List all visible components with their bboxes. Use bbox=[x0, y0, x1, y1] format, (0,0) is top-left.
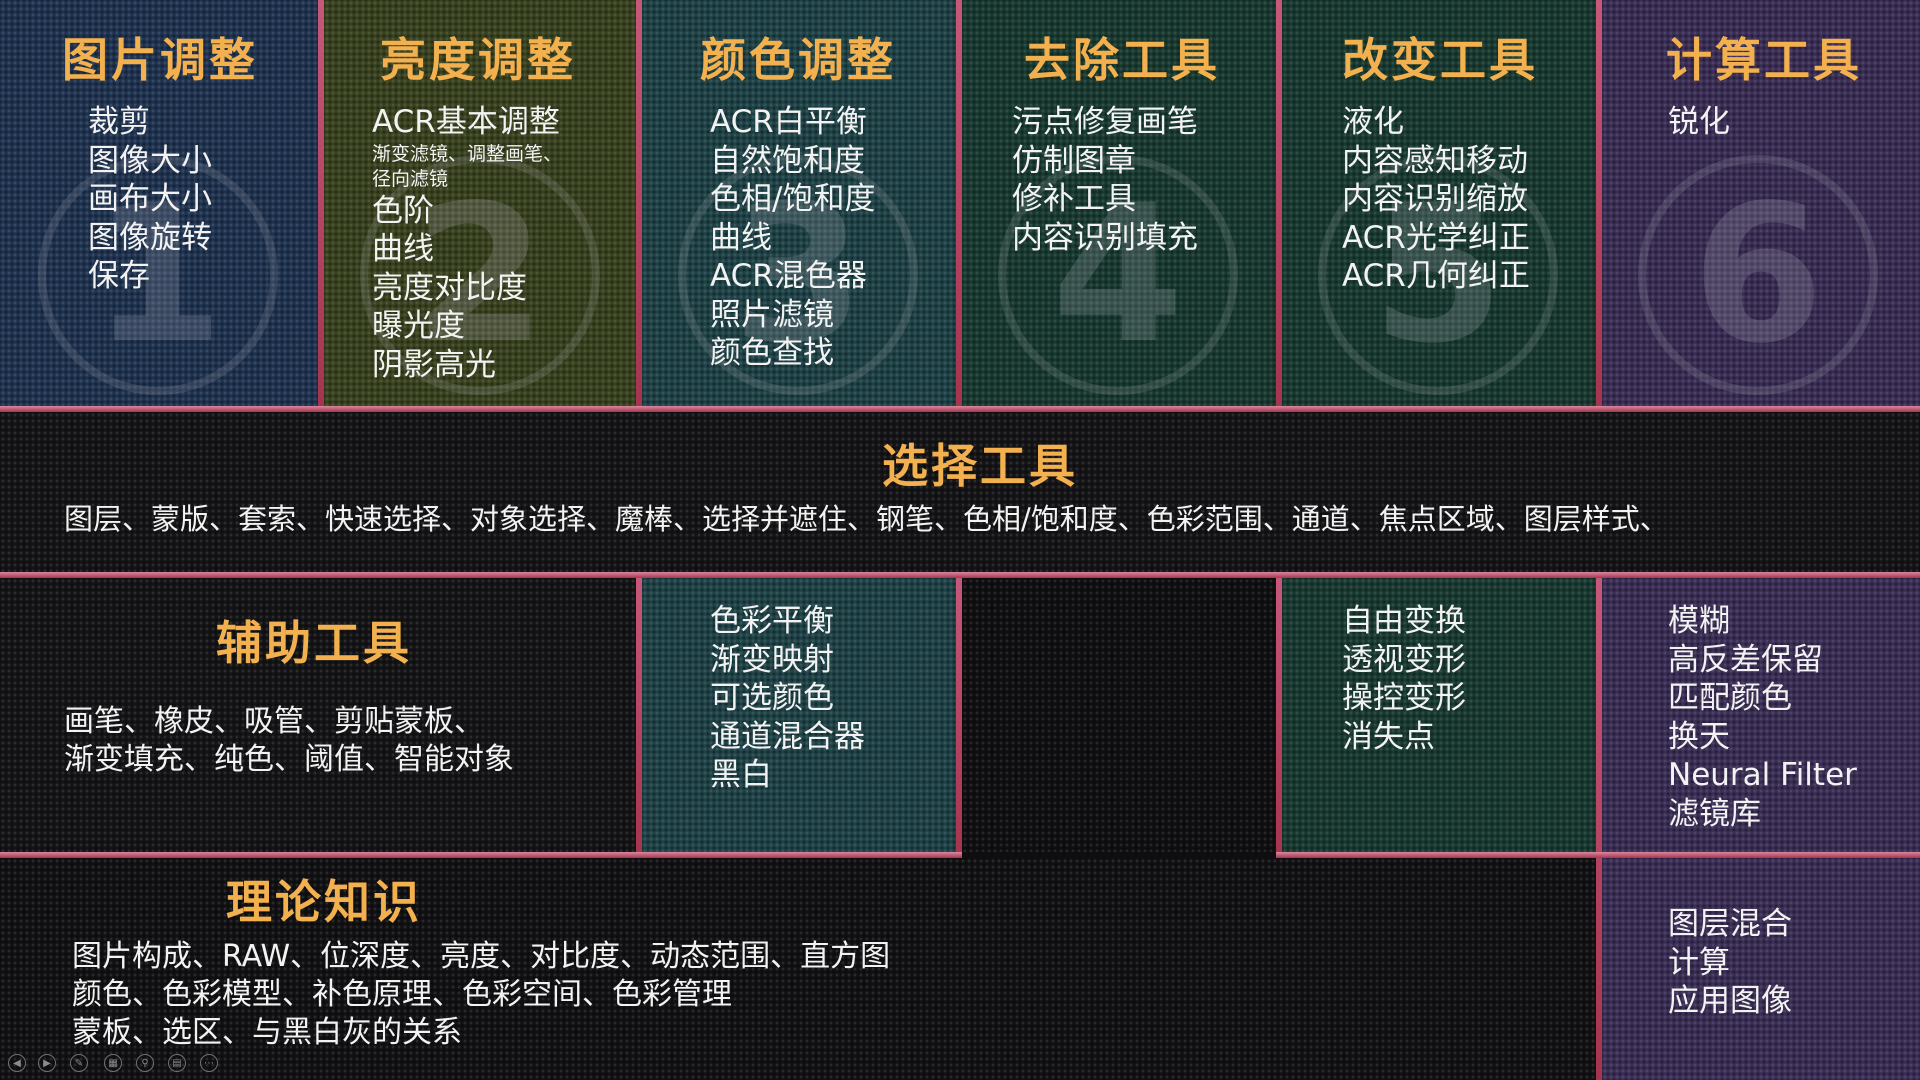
list-item: 计算 bbox=[1668, 944, 1730, 981]
list-item: ACR几何纠正 bbox=[1342, 258, 1530, 294]
previous-icon[interactable]: ◀ bbox=[8, 1054, 26, 1072]
list-item: 曲线 bbox=[372, 231, 434, 267]
divider-v5 bbox=[1596, 0, 1602, 406]
divider-v1 bbox=[318, 0, 324, 406]
title-change-tools: 改变工具 bbox=[1342, 33, 1538, 87]
list-item: 锐化 bbox=[1668, 104, 1730, 140]
list-item: 图像旋转 bbox=[88, 219, 212, 256]
list-change-extra: 自由变换 透视变形 操控变形 消失点 bbox=[1342, 602, 1466, 756]
list-item: 渐变映射 bbox=[710, 641, 834, 678]
list-item: 操控变形 bbox=[1342, 680, 1466, 716]
list-item: 滤镜库 bbox=[1668, 795, 1761, 832]
list-brightness-adjust: ACR基本调整 渐变滤镜、调整画笔、 径向滤镜 色阶 曲线 亮度对比度 曝光度 … bbox=[372, 103, 562, 384]
title-selection-tools: 选择工具 bbox=[882, 439, 1078, 493]
list-item: 色相/饱和度 bbox=[710, 181, 876, 217]
list-item: 液化 bbox=[1342, 104, 1404, 140]
pen-icon[interactable]: ✎ bbox=[70, 1054, 88, 1072]
list-item: 内容识别填充 bbox=[1012, 219, 1198, 256]
divider-v-mid3 bbox=[1276, 578, 1282, 858]
list-item: 消失点 bbox=[1342, 718, 1435, 755]
list-item: 画布大小 bbox=[88, 181, 212, 217]
list-item: 保存 bbox=[88, 258, 150, 294]
divider-v3 bbox=[956, 0, 962, 406]
title-image-adjust: 图片调整 bbox=[62, 33, 258, 87]
list-item: 阴影高光 bbox=[372, 346, 496, 383]
list-item: 内容识别缩放 bbox=[1342, 181, 1528, 217]
list-change-tools: 液化 内容感知移动 内容识别缩放 ACR光学纠正 ACR几何纠正 bbox=[1342, 103, 1530, 296]
slides-icon[interactable]: ▦ bbox=[104, 1054, 122, 1072]
list-item-note: 渐变滤镜、调整画笔、 bbox=[372, 142, 563, 165]
divider-v2 bbox=[636, 0, 642, 406]
list-item: 图层混合 bbox=[1668, 906, 1792, 942]
list-compute-tools: 锐化 bbox=[1668, 103, 1730, 142]
next-icon[interactable]: ▶ bbox=[38, 1054, 56, 1072]
list-item: ACR白平衡 bbox=[710, 104, 867, 140]
divider-v4 bbox=[1276, 0, 1282, 406]
divider-v-mid1 bbox=[636, 578, 642, 858]
list-item: 匹配颜色 bbox=[1668, 680, 1792, 716]
number-circle-6: 6 bbox=[1638, 155, 1878, 395]
title-color-adjust: 颜色调整 bbox=[700, 33, 896, 87]
list-item: 亮度对比度 bbox=[372, 269, 527, 306]
list-item: 照片滤镜 bbox=[710, 296, 834, 333]
auxiliary-line-1: 画笔、橡皮、吸管、剪贴蒙板、 bbox=[64, 704, 484, 739]
list-color-adjust: ACR白平衡 自然饱和度 色相/饱和度 曲线 ACR混色器 照片滤镜 颜色查找 bbox=[710, 103, 875, 373]
list-compute-extra: 模糊 高反差保留 匹配颜色 换天 Neural Filter 滤镜库 bbox=[1668, 602, 1857, 833]
divider-h-mid-right bbox=[1276, 852, 1920, 858]
auxiliary-line-2: 渐变填充、纯色、阈值、智能对象 bbox=[64, 742, 514, 777]
list-color-extra: 色彩平衡 渐变映射 可选颜色 通道混合器 黑白 bbox=[710, 602, 865, 795]
title-brightness-adjust: 亮度调整 bbox=[380, 33, 576, 87]
list-item: ACR基本调整 bbox=[372, 104, 560, 140]
theory-line-1: 图片构成、RAW、位深度、亮度、对比度、动态范围、直方图 bbox=[72, 939, 891, 974]
list-item-note: 径向滤镜 bbox=[372, 167, 449, 190]
list-item: 色彩平衡 bbox=[710, 603, 834, 639]
divider-v-mid4 bbox=[1596, 578, 1602, 1080]
list-item: 应用图像 bbox=[1668, 983, 1792, 1019]
theory-line-3: 蒙板、选区、与黑白灰的关系 bbox=[72, 1015, 462, 1050]
zoom-icon[interactable]: ⚲ bbox=[136, 1054, 154, 1072]
list-item: 污点修复画笔 bbox=[1012, 104, 1198, 140]
panel-empty-middle bbox=[962, 578, 1276, 852]
list-item: 裁剪 bbox=[88, 104, 150, 140]
list-image-adjust: 裁剪 图像大小 画布大小 图像旋转 保存 bbox=[88, 103, 212, 296]
title-theory: 理论知识 bbox=[226, 875, 422, 929]
list-item: 换天 bbox=[1668, 718, 1730, 755]
list-item: 颜色查找 bbox=[710, 335, 834, 371]
list-removal-tools: 污点修复画笔 仿制图章 修补工具 内容识别填充 bbox=[1012, 103, 1198, 257]
list-item: 自由变换 bbox=[1342, 603, 1466, 639]
list-item: 黑白 bbox=[710, 757, 772, 793]
list-item: 曝光度 bbox=[372, 308, 465, 344]
selection-tools-text: 图层、蒙版、套索、快速选择、对象选择、魔棒、选择并遮住、钢笔、色相/饱和度、色彩… bbox=[64, 502, 1669, 536]
list-item: 图像大小 bbox=[88, 142, 212, 179]
list-item: 可选颜色 bbox=[710, 680, 834, 716]
list-item: 高反差保留 bbox=[1668, 641, 1823, 678]
list-compute-extra-2: 图层混合 计算 应用图像 bbox=[1668, 905, 1792, 1021]
list-item: 透视变形 bbox=[1342, 641, 1466, 678]
more-icon[interactable]: ⋯ bbox=[200, 1054, 218, 1072]
title-removal-tools: 去除工具 bbox=[1024, 33, 1220, 87]
list-item: ACR光学纠正 bbox=[1342, 219, 1530, 256]
subtitle-icon[interactable]: ▤ bbox=[168, 1054, 186, 1072]
divider-v-mid2 bbox=[956, 578, 962, 858]
divider-h-top bbox=[0, 406, 1920, 412]
list-item: 自然饱和度 bbox=[710, 142, 865, 179]
list-item: 色阶 bbox=[372, 192, 434, 229]
divider-h-mid-left bbox=[0, 852, 962, 858]
list-item: 模糊 bbox=[1668, 603, 1730, 639]
theory-line-2: 颜色、色彩模型、补色原理、色彩空间、色彩管理 bbox=[72, 977, 732, 1012]
list-item: ACR混色器 bbox=[710, 258, 867, 294]
list-item: Neural Filter bbox=[1668, 757, 1857, 793]
list-item: 曲线 bbox=[710, 219, 772, 256]
title-auxiliary-tools: 辅助工具 bbox=[216, 616, 412, 670]
list-item: 修补工具 bbox=[1012, 181, 1136, 217]
title-compute-tools: 计算工具 bbox=[1666, 33, 1862, 87]
list-item: 内容感知移动 bbox=[1342, 142, 1528, 179]
list-item: 通道混合器 bbox=[710, 718, 865, 755]
list-item: 仿制图章 bbox=[1012, 142, 1136, 179]
